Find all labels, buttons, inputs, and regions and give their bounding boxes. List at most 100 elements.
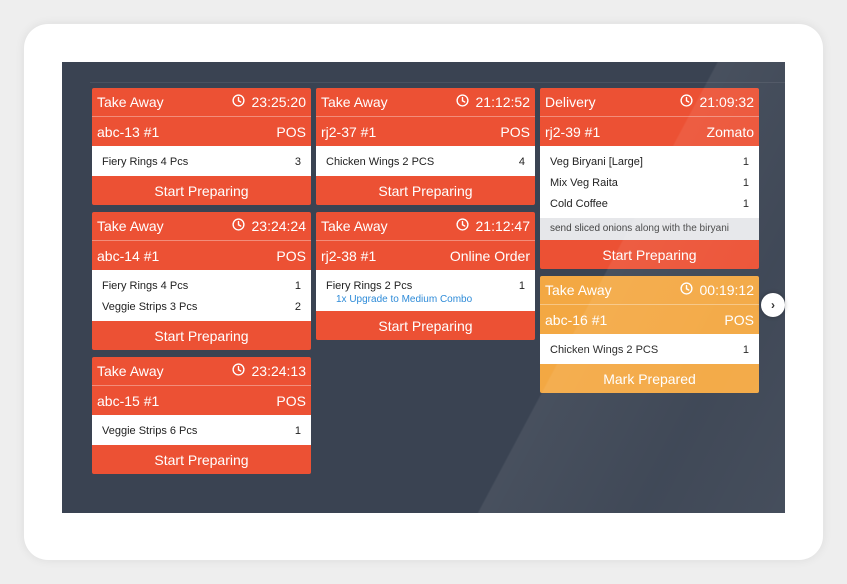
order-card: Take Away 21:12:52 rj2-37 #1 POS Chicken Win…: [316, 88, 535, 205]
order-type: Take Away: [321, 94, 388, 110]
item-name: Chicken Wings 2 PCS: [326, 155, 435, 168]
order-items: Fiery Rings 4 Pcs 3: [92, 146, 311, 176]
item-name: Fiery Rings 4 Pcs: [102, 155, 189, 168]
order-items: Chicken Wings 2 PCS 4: [316, 146, 535, 176]
item-name: Cold Coffee: [550, 197, 608, 210]
order-timer: 21:09:32: [679, 94, 755, 110]
order-header: Take Away 23:24:13: [92, 357, 311, 386]
item-name: Mix Veg Raita: [550, 176, 618, 189]
start-preparing-button[interactable]: Start Preparing: [316, 176, 535, 205]
order-column-1: Take Away 23:25:20 abc-13 #1 POS Fiery Rings…: [92, 88, 311, 481]
order-source: Online Order: [449, 247, 530, 264]
kitchen-display-screen: Take Away 23:25:20 abc-13 #1 POS Fiery Rings…: [62, 62, 785, 513]
order-note: send sliced onions along with the biryan…: [540, 218, 759, 240]
order-number: abc-14 #1: [97, 247, 160, 264]
order-number: abc-13 #1: [97, 123, 160, 140]
order-header: Take Away 21:12:52: [316, 88, 535, 117]
list-item: Fiery Rings 4 Pcs 3: [92, 151, 311, 172]
item-modifier: 1x Upgrade to Medium Combo: [336, 294, 473, 305]
order-card: Take Away 23:25:20 abc-13 #1 POS Fiery Rings…: [92, 88, 311, 205]
order-timer: 21:12:47: [455, 218, 531, 234]
order-number: rj2-37 #1: [321, 123, 377, 140]
order-source: POS: [276, 247, 306, 264]
order-time: 21:09:32: [699, 94, 755, 110]
list-item: Fiery Rings 4 Pcs 1: [92, 275, 311, 296]
list-item: Chicken Wings 2 PCS 1: [540, 339, 759, 360]
clock-icon: [231, 218, 245, 234]
list-item: Veggie Strips 3 Pcs 2: [92, 296, 311, 317]
order-subheader: rj2-39 #1 Zomato: [540, 117, 759, 146]
item-name: Fiery Rings 2 Pcs: [326, 279, 413, 292]
order-subheader: abc-16 #1 POS: [540, 305, 759, 334]
next-page-button[interactable]: ›: [761, 293, 785, 317]
order-card: Delivery 21:09:32 rj2-39 #1 Zomato Veg Birya…: [540, 88, 759, 269]
order-source: POS: [500, 123, 530, 140]
order-items: Fiery Rings 4 Pcs 1 Veggie Strips 3 Pcs 2: [92, 270, 311, 321]
item-name: Chicken Wings 2 PCS: [550, 343, 659, 356]
order-timer: 23:25:20: [231, 94, 307, 110]
list-item: Mix Veg Raita 1: [540, 172, 759, 193]
order-type: Take Away: [97, 218, 164, 234]
order-items: Fiery Rings 2 Pcs 1 1x Upgrade to Medium C…: [316, 270, 535, 311]
start-preparing-button[interactable]: Start Preparing: [316, 311, 535, 340]
order-timer: 00:19:12: [679, 282, 755, 298]
item-name: Fiery Rings 4 Pcs: [102, 279, 189, 292]
order-timer: 21:12:52: [455, 94, 531, 110]
clock-icon: [455, 218, 469, 234]
order-header: Take Away 21:12:47: [316, 212, 535, 241]
list-item: Veg Biryani [Large] 1: [540, 151, 759, 172]
start-preparing-button[interactable]: Start Preparing: [92, 321, 311, 350]
item-qty: 1: [742, 155, 749, 168]
order-card: Take Away 00:19:12 abc-16 #1 POS Chicken Win…: [540, 276, 759, 393]
item-qty: 2: [294, 300, 301, 313]
order-card: Take Away 23:24:24 abc-14 #1 POS Fiery Rings…: [92, 212, 311, 350]
list-item: Veggie Strips 6 Pcs 1: [92, 420, 311, 441]
order-subheader: abc-14 #1 POS: [92, 241, 311, 270]
order-subheader: abc-13 #1 POS: [92, 117, 311, 146]
start-preparing-button[interactable]: Start Preparing: [92, 445, 311, 474]
order-time: 23:24:13: [251, 363, 307, 379]
order-items: Veggie Strips 6 Pcs 1: [92, 415, 311, 445]
clock-icon: [231, 363, 245, 379]
list-item: Chicken Wings 2 PCS 4: [316, 151, 535, 172]
item-name: Veg Biryani [Large]: [550, 155, 643, 168]
order-time: 23:25:20: [251, 94, 307, 110]
order-time: 23:24:24: [251, 218, 307, 234]
order-subheader: rj2-38 #1 Online Order: [316, 241, 535, 270]
start-preparing-button[interactable]: Start Preparing: [92, 176, 311, 205]
order-time: 21:12:52: [475, 94, 531, 110]
order-type: Take Away: [321, 218, 388, 234]
order-number: rj2-38 #1: [321, 247, 377, 264]
list-item: Cold Coffee 1: [540, 193, 759, 214]
order-type: Take Away: [97, 363, 164, 379]
order-header: Delivery 21:09:32: [540, 88, 759, 117]
mark-prepared-button[interactable]: Mark Prepared: [540, 364, 759, 393]
order-subheader: rj2-37 #1 POS: [316, 117, 535, 146]
item-name: Veggie Strips 3 Pcs: [102, 300, 198, 313]
order-header: Take Away 23:24:24: [92, 212, 311, 241]
order-type: Take Away: [545, 282, 612, 298]
order-timer: 23:24:13: [231, 363, 307, 379]
order-header: Take Away 00:19:12: [540, 276, 759, 305]
order-source: POS: [276, 123, 306, 140]
clock-icon: [679, 282, 693, 298]
order-type: Take Away: [97, 94, 164, 110]
item-qty: 1: [294, 279, 301, 292]
chevron-right-icon: ›: [771, 298, 775, 312]
start-preparing-button[interactable]: Start Preparing: [540, 240, 759, 269]
order-timer: 23:24:24: [231, 218, 307, 234]
order-card: Take Away 23:24:13 abc-15 #1 POS Veggie Stri…: [92, 357, 311, 474]
order-time: 00:19:12: [699, 282, 755, 298]
clock-icon: [455, 94, 469, 110]
order-source: POS: [276, 392, 306, 409]
order-header: Take Away 23:25:20: [92, 88, 311, 117]
order-source: POS: [724, 311, 754, 328]
clock-icon: [231, 94, 245, 110]
item-qty: 1: [742, 176, 749, 189]
item-qty: 1: [742, 343, 749, 356]
order-items: Veg Biryani [Large] 1 Mix Veg Raita 1 Cold C…: [540, 146, 759, 218]
item-qty: 3: [294, 155, 301, 168]
item-qty: 4: [518, 155, 525, 168]
order-column-3: Delivery 21:09:32 rj2-39 #1 Zomato Veg Birya…: [540, 88, 759, 400]
order-time: 21:12:47: [475, 218, 531, 234]
